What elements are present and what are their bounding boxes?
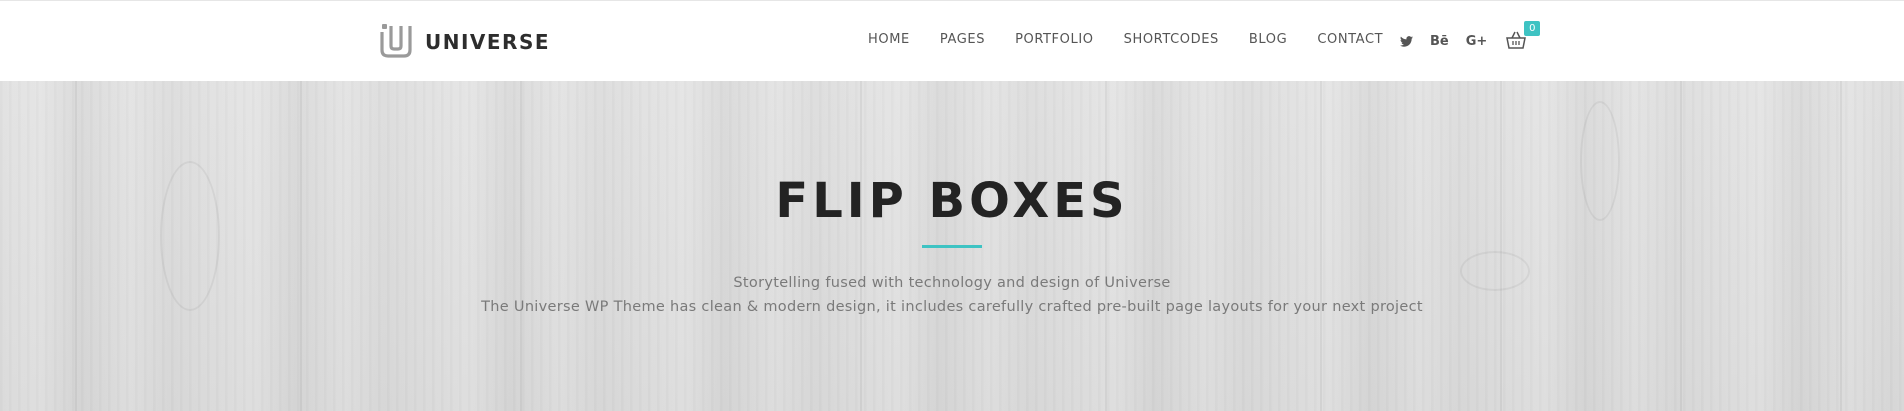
wood-plank-seam xyxy=(1840,81,1842,411)
main-nav: HOME PAGES PORTFOLIO SHORTCODES BLOG CON… xyxy=(868,31,1383,49)
wood-plank-seam xyxy=(1680,81,1682,411)
wood-plank-seam xyxy=(300,81,302,411)
google-plus-icon[interactable]: G+ xyxy=(1466,31,1488,51)
wood-plank-seam xyxy=(1320,81,1322,411)
universe-logo-icon xyxy=(380,24,412,58)
wood-plank-seam xyxy=(1105,81,1107,411)
wood-plank-seam xyxy=(860,81,862,411)
wood-plank-seam xyxy=(1500,81,1502,411)
cart-button[interactable]: 0 xyxy=(1506,21,1541,51)
nav-item-portfolio[interactable]: PORTFOLIO xyxy=(1015,31,1094,49)
page-subtitle-line1: Storytelling fused with technology and d… xyxy=(733,275,1171,291)
nav-item-home[interactable]: HOME xyxy=(868,31,910,49)
page-hero: FLIP BOXES Storytelling fused with techn… xyxy=(0,81,1904,411)
page-subtitle-line2: The Universe WP Theme has clean & modern… xyxy=(481,299,1423,315)
wood-plank-seam xyxy=(520,81,522,411)
nav-item-blog[interactable]: BLOG xyxy=(1249,31,1287,49)
wood-plank-seam xyxy=(75,81,77,411)
site-logo-text: UNIVERSE xyxy=(425,30,551,54)
title-divider xyxy=(922,245,982,248)
page: UNIVERSE HOME PAGES PORTFOLIO SHORTCODES… xyxy=(0,0,1904,411)
shopping-basket-icon xyxy=(1506,31,1527,49)
cart-count-badge: 0 xyxy=(1524,21,1541,36)
site-logo[interactable]: UNIVERSE xyxy=(380,22,550,58)
nav-item-shortcodes[interactable]: SHORTCODES xyxy=(1124,31,1219,49)
nav-item-pages[interactable]: PAGES xyxy=(940,31,985,49)
social-links: Bē G+ 0 xyxy=(1400,21,1541,51)
page-title: FLIP BOXES xyxy=(775,173,1129,229)
nav-item-contact[interactable]: CONTACT xyxy=(1317,31,1383,49)
twitter-icon[interactable] xyxy=(1400,31,1413,51)
site-header: UNIVERSE HOME PAGES PORTFOLIO SHORTCODES… xyxy=(0,0,1904,81)
behance-icon[interactable]: Bē xyxy=(1430,31,1449,51)
